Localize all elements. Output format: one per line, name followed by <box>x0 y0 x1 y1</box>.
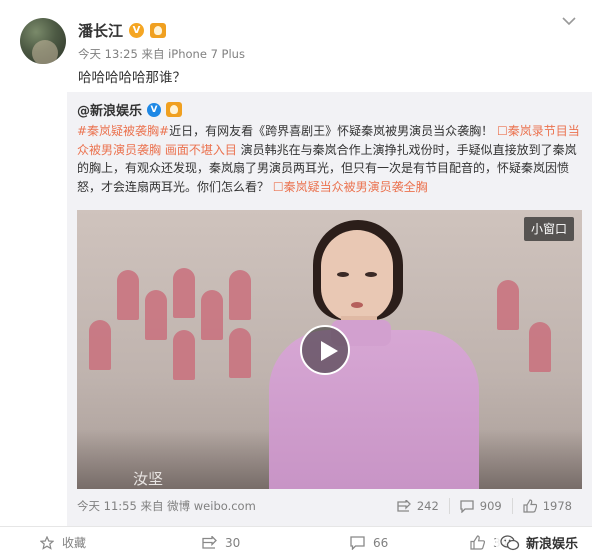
wechat-icon <box>500 534 520 550</box>
play-button[interactable] <box>300 325 350 375</box>
post-text: 哈哈哈哈哈那谁？ <box>78 70 186 86</box>
watermark: 新浪娱乐 <box>495 533 582 552</box>
repost-like-button[interactable]: 1978 <box>511 498 582 514</box>
repost-meta: 今天 11:55 来自 微博 weibo.com <box>77 499 256 513</box>
author-avatar[interactable] <box>20 18 66 64</box>
author-line: 潘长江 V <box>78 20 167 41</box>
comment-count: 66 <box>373 535 389 550</box>
repost-card: @新浪娱乐 V #秦岚疑被袭胸#近日，有网友看《跨界喜剧王》怀疑秦岚被男演员当众… <box>67 92 592 526</box>
favorite-button[interactable]: 收藏 <box>40 527 86 557</box>
member-level-icon <box>150 23 167 38</box>
forward-icon <box>397 500 411 512</box>
verified-icon: V <box>129 23 145 38</box>
verified-icon: V <box>147 102 162 117</box>
member-level-icon <box>166 102 183 117</box>
play-icon <box>321 341 338 361</box>
repost-footer: 今天 11:55 来自 微博 weibo.com 242 909 1978 <box>77 498 582 518</box>
post-header: 潘长江 V 今天 13:25 来自 iPhone 7 Plus 哈哈哈哈哈那谁？ <box>0 0 592 92</box>
repost-like-count: 1978 <box>542 499 572 513</box>
repost-forward-count: 242 <box>416 499 439 513</box>
repost-stats: 242 909 1978 <box>387 498 582 514</box>
repost-text: #秦岚疑被袭胸#近日，有网友看《跨界喜剧王》怀疑秦岚被男演员当众袭胸！ ☐秦岚录… <box>77 122 582 196</box>
mini-window-button[interactable]: 小窗口 <box>523 217 574 241</box>
author-name[interactable]: 潘长江 <box>78 20 123 41</box>
video-caption: 汝坚 <box>133 470 164 488</box>
chevron-down-icon[interactable] <box>562 16 576 26</box>
post-meta: 今天 13:25 来自 iPhone 7 Plus <box>78 47 245 61</box>
watermark-label: 新浪娱乐 <box>525 537 578 552</box>
repost-forward-button[interactable]: 242 <box>387 498 449 514</box>
hashtag-link[interactable]: #秦岚疑被袭胸# <box>77 124 169 138</box>
repost-comment-button[interactable]: 909 <box>448 498 512 514</box>
repost-author-line: @新浪娱乐 V <box>77 100 183 119</box>
forward-count: 30 <box>225 535 241 550</box>
repost-comment-count: 909 <box>479 499 502 513</box>
repost-author-name[interactable]: @新浪娱乐 <box>77 100 142 119</box>
comment-icon <box>350 535 365 550</box>
post-actions: 收藏 30 66 345 新浪娱乐 <box>0 526 592 557</box>
video-link[interactable]: ☐秦岚疑当众被男演员袭全胸 <box>273 180 428 194</box>
thumbs-up-icon <box>470 535 485 550</box>
comment-button[interactable]: 66 <box>350 527 388 557</box>
favorite-label: 收藏 <box>62 536 87 550</box>
forward-icon <box>202 536 217 549</box>
repost-text-part: 近日，有网友看《跨界喜剧王》怀疑秦岚被男演员当众袭胸！ <box>169 124 494 138</box>
comment-icon <box>460 499 474 513</box>
thumbs-up-icon <box>523 499 537 513</box>
video-player[interactable]: 汝坚 小窗口 <box>77 210 582 489</box>
star-icon <box>40 535 54 550</box>
forward-button[interactable]: 30 <box>202 527 240 557</box>
